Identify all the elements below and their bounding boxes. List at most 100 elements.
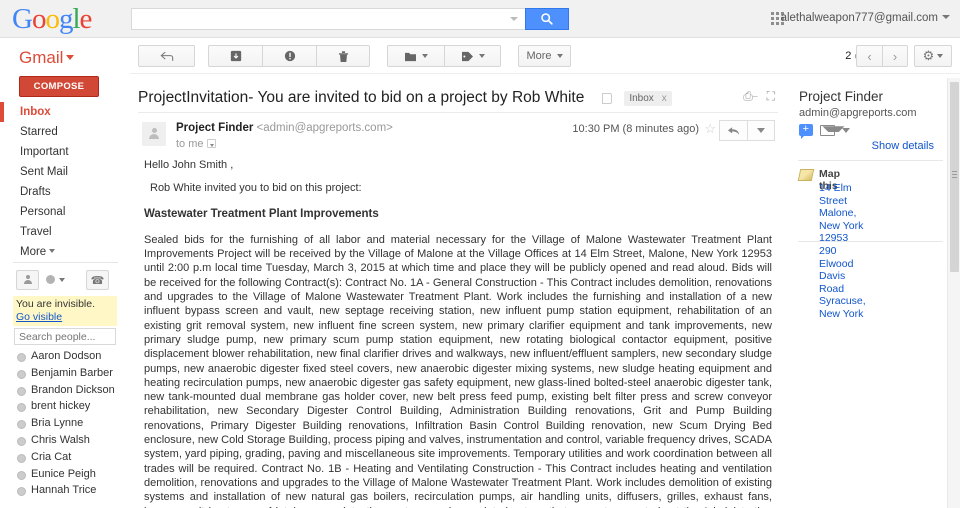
sidebar-divider — [13, 262, 118, 263]
settings-button[interactable]: ⚙ — [914, 45, 952, 67]
list-item[interactable]: Chris Walsh — [14, 432, 130, 449]
address-line[interactable]: 290 Elwood Davis Road — [819, 245, 866, 295]
back-button[interactable] — [138, 45, 195, 67]
more-options-button[interactable] — [747, 120, 775, 141]
report-spam-button[interactable] — [262, 45, 316, 67]
account-email: alethalweapon777@gmail.com — [780, 12, 938, 24]
avatar — [142, 122, 166, 146]
chevron-down-icon — [942, 15, 950, 19]
address-line[interactable]: Malone, New York 12953 — [819, 207, 866, 245]
search-input[interactable] — [132, 9, 525, 29]
message-body: Hello John Smith , Rob White invited you… — [144, 158, 772, 508]
address-line[interactable]: Syracuse, New York — [819, 295, 866, 320]
chevron-down-icon — [937, 54, 944, 58]
body-paragraph: Sealed bids for the furnishing of all la… — [144, 233, 772, 508]
list-item[interactable]: Cria Cat — [14, 449, 130, 466]
recipient-details-chevron-down-icon[interactable] — [206, 139, 216, 148]
archive-button[interactable] — [208, 45, 262, 67]
list-item[interactable]: Hannah Trice — [14, 482, 130, 499]
compose-button[interactable]: COMPOSE — [19, 76, 99, 97]
sender-line: Project Finder <admin@apgreports.com> — [176, 122, 393, 134]
scrollbar[interactable] — [947, 78, 960, 508]
list-item[interactable]: Brandon Dickson — [14, 382, 130, 399]
message-timestamp: 10:30 PM (8 minutes ago) — [572, 123, 699, 135]
next-message-button[interactable]: › — [882, 45, 908, 67]
subject-line: ProjectInvitation- You are invited to bi… — [138, 89, 778, 107]
chevron-down-icon — [66, 55, 75, 60]
sidebar-item-label: Sent Mail — [20, 166, 68, 178]
show-details-link[interactable]: Show details — [872, 140, 934, 152]
more-button[interactable]: More — [518, 45, 571, 67]
list-item[interactable]: Eunice Peigh — [14, 466, 130, 483]
label-chip-inbox[interactable]: Inbox x — [624, 90, 672, 106]
gmail-app: Google alethalweapon777@gmail.com Gmail … — [0, 0, 960, 508]
delete-button[interactable] — [316, 45, 370, 67]
label-chip-text: Inbox — [629, 92, 654, 104]
chat-profile-button[interactable] — [16, 270, 39, 290]
account-menu[interactable]: alethalweapon777@gmail.com — [781, 12, 950, 24]
list-item[interactable]: brent hickey — [14, 398, 130, 415]
list-item[interactable]: Aaron Dodson — [14, 348, 130, 365]
sidebar-item-inbox[interactable]: Inbox — [0, 102, 130, 122]
logo-letter-G: G — [12, 3, 33, 35]
move-to-folder-icon — [405, 52, 416, 61]
open-in-new-window-icon[interactable]: ⛶ — [767, 90, 775, 102]
add-to-circles-icon[interactable] — [799, 122, 813, 139]
top-bar: Google alethalweapon777@gmail.com — [0, 0, 960, 38]
email-icon[interactable] — [820, 124, 835, 136]
pager-current: 2 — [845, 50, 852, 62]
labels-button[interactable] — [444, 45, 501, 67]
previous-message-button[interactable]: ‹ — [856, 45, 882, 67]
invisible-text: You are invisible. — [16, 298, 95, 310]
apps-dot — [776, 12, 779, 15]
sidebar-item-important[interactable]: Important — [0, 142, 130, 162]
phone-call-button[interactable]: ☎ — [86, 270, 109, 290]
search-button[interactable] — [525, 8, 569, 30]
sidebar-item-starred[interactable]: Starred — [0, 122, 130, 142]
google-logo[interactable]: Google — [12, 2, 93, 36]
address-line[interactable]: 14 Elm Street — [819, 182, 866, 207]
chat-status-dot-icon[interactable] — [46, 275, 55, 284]
message-pane: ProjectInvitation- You are invited to bi… — [130, 78, 785, 508]
gmail-dropdown[interactable]: Gmail — [19, 48, 75, 68]
greeting-text: Hello John Smith , — [144, 159, 234, 171]
more-label: More — [526, 50, 552, 62]
scrollbar-thumb[interactable] — [950, 82, 959, 272]
sidebar-item-more[interactable]: More — [0, 242, 130, 262]
list-item[interactable]: Bria Lynne — [14, 415, 130, 432]
message-toolbar: More 2 of 7 ‹ › ⚙ — [130, 38, 960, 74]
apps-dot — [776, 17, 779, 20]
logo-letter-l: l — [72, 3, 80, 35]
chat-controls: ☎ — [16, 270, 116, 296]
person-icon — [149, 128, 159, 140]
go-visible-link[interactable]: Go visible — [16, 311, 62, 323]
reply-actions — [719, 120, 775, 141]
logo-letter-g: g — [58, 3, 73, 35]
star-icon[interactable]: ☆ — [704, 121, 716, 137]
contacts-list: Aaron Dodson Benjamin Barber Brandon Dic… — [14, 348, 130, 499]
list-item[interactable]: Benjamin Barber — [14, 365, 130, 382]
archive-icon — [230, 50, 241, 62]
project-title: Wastewater Treatment Plant Improvements — [144, 207, 379, 220]
sidebar-item-label: Inbox — [20, 106, 51, 118]
sidebar-item-sent-mail[interactable]: Sent Mail — [0, 162, 130, 182]
search-box[interactable] — [131, 8, 525, 30]
sidebar-item-drafts[interactable]: Drafts — [0, 182, 130, 202]
sidebar-item-travel[interactable]: Travel — [0, 222, 130, 242]
chat-status-chevron-down-icon[interactable] — [59, 278, 65, 282]
reply-button[interactable] — [719, 120, 747, 141]
invisible-status-note: You are invisible. Go visible — [13, 296, 117, 326]
search-people-input[interactable] — [14, 328, 116, 345]
pager-nav-buttons: ‹ › — [856, 45, 908, 67]
contact-side-panel: Project Finder admin@apgreports.com Show… — [792, 78, 952, 508]
logo-letter-e: e — [79, 3, 93, 35]
print-icon[interactable]: ⎙⎯ — [743, 90, 757, 102]
move-to-button[interactable] — [387, 45, 444, 67]
sidebar-item-personal[interactable]: Personal — [0, 202, 130, 222]
chevron-down-icon — [556, 54, 563, 58]
sidebar-item-label: Important — [20, 146, 69, 158]
remove-label-icon[interactable]: x — [662, 93, 667, 104]
select-checkbox[interactable] — [602, 92, 613, 104]
search-options-caret-icon[interactable] — [510, 17, 518, 21]
sidebar-item-label: Starred — [20, 126, 58, 138]
